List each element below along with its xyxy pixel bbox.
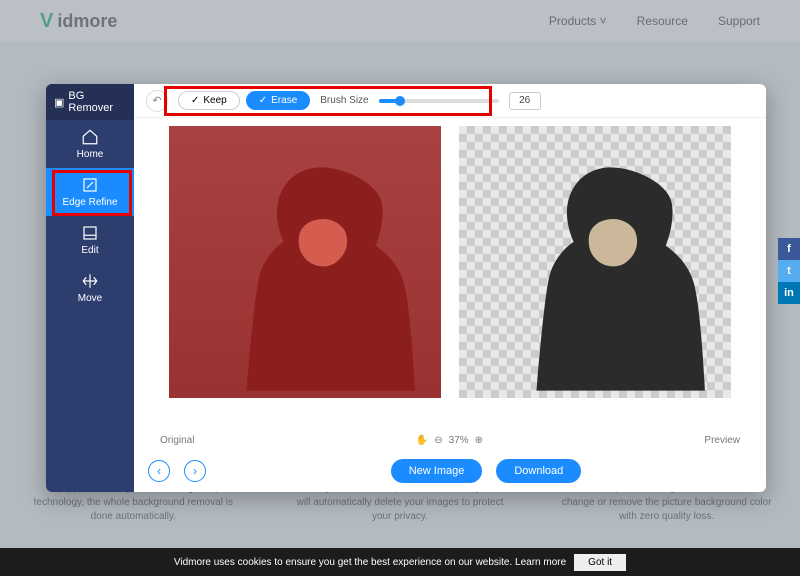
edit-icon xyxy=(81,224,99,242)
sidebar-item-edge-refine[interactable]: Edge Refine xyxy=(46,168,134,216)
edge-refine-icon xyxy=(81,176,99,194)
sidebar-title: ▣ BG Remover xyxy=(46,84,134,120)
zoom-in-button[interactable]: ⊕ xyxy=(475,435,483,446)
original-image[interactable] xyxy=(169,126,441,398)
editor-sidebar: ▣ BG Remover Home Edge Refine Edit Move xyxy=(46,84,134,492)
sidebar-item-label: Edge Refine xyxy=(62,197,117,208)
move-icon xyxy=(81,272,99,290)
photo-subject xyxy=(513,148,709,398)
slider-handle[interactable] xyxy=(395,96,405,106)
sidebar-item-label: Edit xyxy=(81,245,98,256)
preview-image[interactable] xyxy=(459,126,731,398)
toolbar: ↶ ✓Keep ✓Erase Brush Size 26 xyxy=(134,84,766,118)
cookie-bar: Vidmore uses cookies to ensure you get t… xyxy=(0,548,800,576)
sidebar-item-move[interactable]: Move xyxy=(46,264,134,312)
zoom-out-button[interactable]: ⊖ xyxy=(434,435,442,446)
new-image-button[interactable]: New Image xyxy=(391,459,483,483)
zoom-value: 37% xyxy=(449,435,469,446)
sidebar-item-label: Move xyxy=(78,293,102,304)
zoom-controls: ✋ ⊖ 37% ⊕ xyxy=(416,435,483,446)
preview-panel xyxy=(450,126,740,431)
keep-erase-toggle: ✓Keep ✓Erase xyxy=(178,91,310,110)
editor-main: ↶ ✓Keep ✓Erase Brush Size 26 xyxy=(134,84,766,492)
cookie-text: Vidmore uses cookies to ensure you get t… xyxy=(174,557,566,568)
keep-button[interactable]: ✓Keep xyxy=(178,91,240,110)
keep-mask-overlay xyxy=(169,126,441,398)
prev-button[interactable]: ‹ xyxy=(148,460,170,482)
sidebar-item-label: Home xyxy=(77,149,104,160)
erase-button[interactable]: ✓Erase xyxy=(246,91,311,110)
sidebar-item-edit[interactable]: Edit xyxy=(46,216,134,264)
twitter-icon[interactable]: t xyxy=(778,260,800,282)
brush-size-label: Brush Size xyxy=(320,95,368,106)
undo-button[interactable]: ↶ xyxy=(146,90,168,112)
original-caption: Original xyxy=(160,435,194,446)
next-button[interactable]: › xyxy=(184,460,206,482)
social-bar: f t in xyxy=(778,238,800,304)
pan-icon[interactable]: ✋ xyxy=(416,435,428,446)
facebook-icon[interactable]: f xyxy=(778,238,800,260)
download-button[interactable]: Download xyxy=(496,459,581,483)
linkedin-icon[interactable]: in xyxy=(778,282,800,304)
brush-size-value: 26 xyxy=(509,92,541,110)
preview-caption: Preview xyxy=(704,435,740,446)
brush-size-slider[interactable] xyxy=(379,99,499,103)
original-panel xyxy=(160,126,450,431)
home-icon xyxy=(81,128,99,146)
cookie-accept-button[interactable]: Got it xyxy=(574,554,626,571)
sidebar-item-home[interactable]: Home xyxy=(46,120,134,168)
footer-bar: ‹ › New Image Download xyxy=(134,450,766,492)
image-compare xyxy=(134,118,766,431)
image-icon: ▣ xyxy=(54,96,64,109)
editor-modal: ▣ BG Remover Home Edge Refine Edit Move … xyxy=(46,84,766,492)
caption-row: Original ✋ ⊖ 37% ⊕ Preview xyxy=(134,431,766,450)
